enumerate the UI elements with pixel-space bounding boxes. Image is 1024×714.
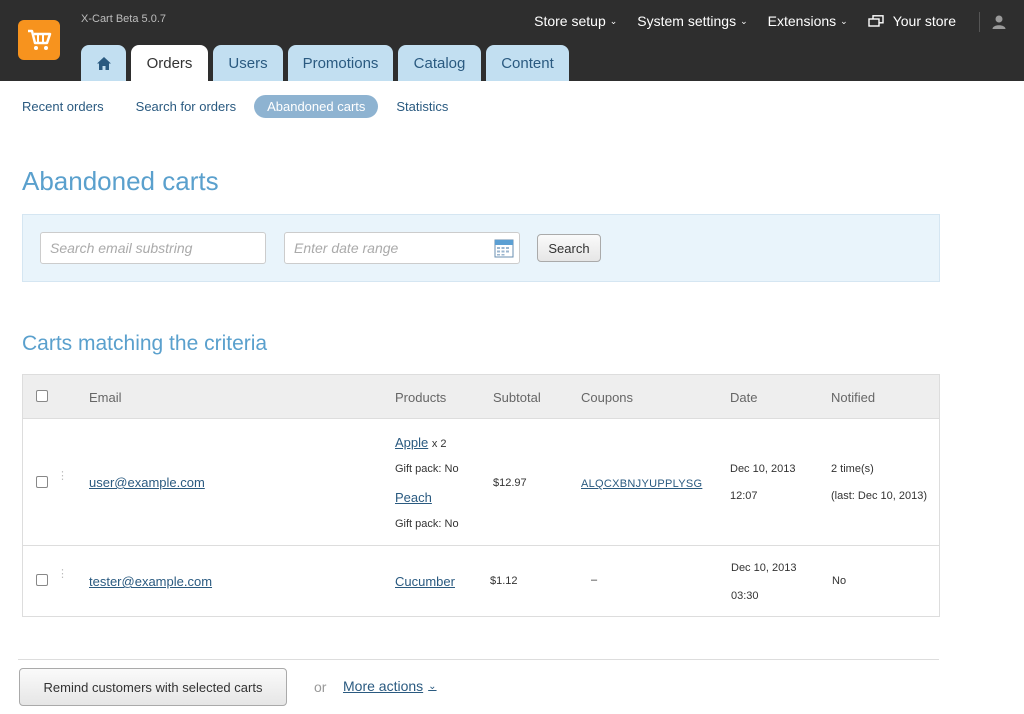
page-title: Abandoned carts bbox=[22, 166, 219, 196]
search-button[interactable]: Search bbox=[537, 234, 601, 262]
tab-promotions[interactable]: Promotions bbox=[288, 45, 393, 81]
user-icon[interactable] bbox=[991, 14, 1007, 30]
header-products: Products bbox=[395, 390, 447, 405]
top-nav: Store setup ⌄ System settings ⌄ Extensio… bbox=[514, 13, 956, 29]
tab-catalog[interactable]: Catalog bbox=[398, 45, 481, 81]
subtotal: $12.97 bbox=[493, 477, 527, 489]
row-checkbox[interactable] bbox=[36, 574, 48, 586]
product-option: Gift pack: No bbox=[395, 463, 459, 475]
email-link[interactable]: tester@example.com bbox=[89, 574, 212, 589]
extensions-menu[interactable]: Extensions ⌄ bbox=[768, 13, 848, 29]
chevron-down-icon: ⌄ bbox=[840, 15, 848, 26]
subnav-abandoned-carts[interactable]: Abandoned carts bbox=[254, 95, 379, 118]
table-header: Email Products Subtotal Coupons Date Not… bbox=[23, 375, 939, 419]
header-coupons: Coupons bbox=[581, 390, 634, 405]
external-window-icon bbox=[867, 15, 884, 27]
search-panel: Search email substring Enter date range … bbox=[22, 214, 940, 282]
date-range-input[interactable]: Enter date range bbox=[284, 232, 520, 264]
header-notified: Notified bbox=[831, 390, 876, 405]
store-setup-label: Store setup bbox=[534, 13, 606, 29]
coupon-empty: – bbox=[591, 574, 598, 586]
calendar-icon[interactable] bbox=[494, 238, 514, 258]
store-setup-menu[interactable]: Store setup ⌄ bbox=[534, 13, 617, 29]
chevron-down-icon: ⌄ bbox=[428, 680, 437, 692]
app-version: X-Cart Beta 5.0.7 bbox=[81, 13, 166, 25]
carts-table: Email Products Subtotal Coupons Date Not… bbox=[22, 374, 940, 617]
coupon-link[interactable]: ALQCXBNJYUPPLYSG bbox=[581, 478, 702, 490]
product-link[interactable]: Apple bbox=[395, 435, 428, 450]
main-tabs: Orders Users Promotions Catalog Content bbox=[81, 45, 574, 81]
select-all-checkbox[interactable] bbox=[36, 390, 48, 402]
drag-handle-icon[interactable]: ⋮ bbox=[57, 471, 68, 482]
header-date: Date bbox=[730, 390, 758, 405]
chevron-down-icon: ⌄ bbox=[740, 15, 748, 26]
sub-nav: Recent orders Search for orders Abandone… bbox=[22, 95, 480, 118]
header-email: Email bbox=[89, 390, 122, 405]
subnav-recent-orders[interactable]: Recent orders bbox=[22, 99, 104, 114]
notified-count: 2 time(s) bbox=[831, 463, 874, 475]
table-row: ⋮ user@example.com Apple x 2 Gift pack: … bbox=[23, 419, 939, 546]
divider bbox=[979, 12, 980, 32]
xcart-logo[interactable] bbox=[18, 20, 60, 60]
top-bar: X-Cart Beta 5.0.7 Store setup ⌄ System s… bbox=[0, 0, 1024, 81]
date-range-placeholder: Enter date range bbox=[294, 240, 399, 256]
cart-date: Dec 10, 2013 bbox=[731, 562, 797, 574]
notified-count: No bbox=[832, 575, 847, 587]
table-row: ⋮ tester@example.com Cucumber $1.12 – De… bbox=[23, 546, 939, 617]
cart-logo-icon bbox=[28, 29, 52, 50]
your-store-label: Your store bbox=[892, 13, 956, 29]
product-link[interactable]: Peach bbox=[395, 490, 432, 505]
cart-date: Dec 10, 2013 bbox=[730, 463, 796, 475]
email-link[interactable]: user@example.com bbox=[89, 475, 205, 490]
subtotal: $1.12 bbox=[490, 575, 518, 587]
subnav-statistics[interactable]: Statistics bbox=[396, 99, 448, 114]
header-subtotal: Subtotal bbox=[493, 390, 541, 405]
row-checkbox[interactable] bbox=[36, 476, 48, 488]
home-icon bbox=[96, 56, 111, 70]
chevron-down-icon: ⌄ bbox=[609, 15, 618, 26]
system-settings-menu[interactable]: System settings ⌄ bbox=[637, 13, 747, 29]
product-option: Gift pack: No bbox=[395, 518, 459, 530]
tab-users[interactable]: Users bbox=[213, 45, 283, 81]
product-item: Apple x 2 bbox=[395, 435, 447, 450]
email-search-input[interactable]: Search email substring bbox=[40, 232, 266, 264]
product-link[interactable]: Cucumber bbox=[395, 574, 455, 589]
tab-home[interactable] bbox=[81, 45, 126, 81]
or-label: or bbox=[314, 679, 327, 695]
tab-orders[interactable]: Orders bbox=[131, 45, 208, 81]
extensions-label: Extensions bbox=[767, 13, 837, 29]
system-settings-label: System settings bbox=[637, 13, 737, 29]
product-qty: x 2 bbox=[431, 438, 447, 450]
divider bbox=[18, 659, 939, 660]
drag-handle-icon[interactable]: ⋮ bbox=[57, 569, 68, 580]
notified-last: (last: Dec 10, 2013) bbox=[831, 490, 927, 502]
cart-time: 03:30 bbox=[731, 590, 759, 602]
tab-content[interactable]: Content bbox=[486, 45, 569, 81]
cart-time: 12:07 bbox=[730, 490, 758, 502]
more-actions-link[interactable]: More actions ⌄ bbox=[343, 678, 437, 694]
remind-customers-button[interactable]: Remind customers with selected carts bbox=[19, 668, 287, 706]
subnav-search-orders[interactable]: Search for orders bbox=[136, 99, 236, 114]
section-title: Carts matching the criteria bbox=[22, 332, 268, 355]
your-store-link[interactable]: Your store bbox=[867, 13, 956, 29]
more-actions-label: More actions bbox=[343, 678, 424, 694]
